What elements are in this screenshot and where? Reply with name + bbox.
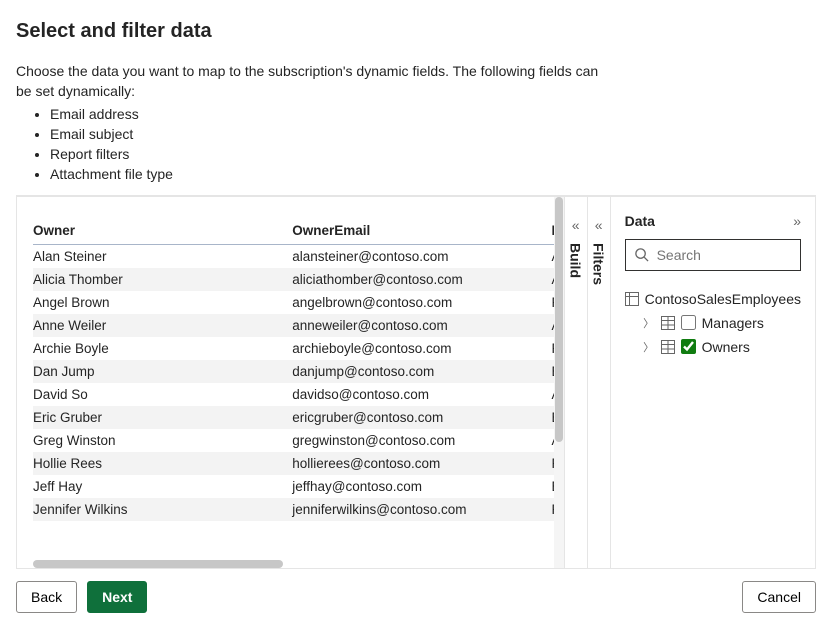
cancel-button[interactable]: Cancel xyxy=(742,581,816,613)
dataset-label: ContosoSalesEmployees xyxy=(645,291,801,307)
chevron-right-icon[interactable]: 〉 xyxy=(643,315,655,331)
search-input[interactable] xyxy=(655,246,792,264)
table-cell: David So xyxy=(33,383,292,406)
intro-block: Choose the data you want to map to the s… xyxy=(16,61,616,185)
table-row[interactable]: Archie Boylearchieboyle@contoso.comPeyto… xyxy=(33,337,564,360)
table-row[interactable]: Eric Gruberericgruber@contoso.comEthan B… xyxy=(33,406,564,429)
table-row[interactable]: Alan Steineralansteiner@contoso.comAmeli… xyxy=(33,244,564,268)
chevron-right-icon[interactable]: 〉 xyxy=(643,339,655,355)
table-cell: hollierees@contoso.com xyxy=(292,452,551,475)
chevron-left-double-icon: « xyxy=(572,217,580,233)
table-pane: Owner OwnerEmail Manager Alan Steinerala… xyxy=(17,197,564,568)
table-cell: angelbrown@contoso.com xyxy=(292,291,551,314)
table-row[interactable]: Angel Brownangelbrown@contoso.comPeyton … xyxy=(33,291,564,314)
filters-rail[interactable]: « Filters xyxy=(587,197,610,568)
table-checkbox-managers[interactable] xyxy=(681,315,696,330)
data-tree: ContosoSalesEmployees 〉 Managers 〉 Owner… xyxy=(625,287,801,359)
table-cell: Jeff Hay xyxy=(33,475,292,498)
table-checkbox-owners[interactable] xyxy=(681,339,696,354)
dataset-node[interactable]: ContosoSalesEmployees xyxy=(625,287,801,311)
table-node-owners[interactable]: 〉 Owners xyxy=(625,335,801,359)
chevron-right-double-icon[interactable]: » xyxy=(793,213,801,229)
table-cell: Archie Boyle xyxy=(33,337,292,360)
table-cell: aliciathomber@contoso.com xyxy=(292,268,551,291)
next-button[interactable]: Next xyxy=(87,581,147,613)
table-cell: alansteiner@contoso.com xyxy=(292,244,551,268)
semantic-model-icon xyxy=(625,292,639,306)
table-row[interactable]: Jennifer Wilkinsjenniferwilkins@contoso.… xyxy=(33,498,564,521)
table-cell: gregwinston@contoso.com xyxy=(292,429,551,452)
table-cell: Jennifer Wilkins xyxy=(33,498,292,521)
intro-bullet: Attachment file type xyxy=(50,164,616,184)
table-cell: jenniferwilkins@contoso.com xyxy=(292,498,551,521)
col-header-owner[interactable]: Owner xyxy=(33,219,292,245)
table-row[interactable]: Greg Winstongregwinston@contoso.comAmeli… xyxy=(33,429,564,452)
build-rail-label: Build xyxy=(568,243,584,278)
table-label: Owners xyxy=(702,339,750,355)
table-cell: Dan Jump xyxy=(33,360,292,383)
footer: Back Next Cancel xyxy=(16,581,816,613)
build-rail[interactable]: « Build xyxy=(564,197,587,568)
filters-rail-label: Filters xyxy=(591,243,607,285)
page-title: Select and filter data xyxy=(16,20,816,43)
table-cell: davidso@contoso.com xyxy=(292,383,551,406)
table-row[interactable]: David Sodavidso@contoso.comAmelie Garner xyxy=(33,383,564,406)
search-input-wrap[interactable] xyxy=(625,239,801,271)
table-cell: Hollie Rees xyxy=(33,452,292,475)
table-icon xyxy=(661,340,675,354)
horizontal-scrollbar[interactable] xyxy=(33,560,554,568)
intro-bullets: Email address Email subject Report filte… xyxy=(16,104,616,185)
table-cell: anneweiler@contoso.com xyxy=(292,314,551,337)
chevron-left-double-icon: « xyxy=(595,217,603,233)
search-icon xyxy=(634,247,649,262)
table-cell: danjump@contoso.com xyxy=(292,360,551,383)
data-table: Owner OwnerEmail Manager Alan Steinerala… xyxy=(33,219,564,521)
workspace: Owner OwnerEmail Manager Alan Steinerala… xyxy=(16,195,816,569)
back-button[interactable]: Back xyxy=(16,581,77,613)
table-cell: Greg Winston xyxy=(33,429,292,452)
col-header-email[interactable]: OwnerEmail xyxy=(292,219,551,245)
table-label: Managers xyxy=(702,315,764,331)
table-row[interactable]: Anne Weileranneweiler@contoso.comAmelie … xyxy=(33,314,564,337)
vertical-scrollbar[interactable] xyxy=(554,197,564,568)
intro-bullet: Report filters xyxy=(50,144,616,164)
table-node-managers[interactable]: 〉 Managers xyxy=(625,311,801,335)
table-cell: Alan Steiner xyxy=(33,244,292,268)
table-icon xyxy=(661,316,675,330)
table-row[interactable]: Jeff Hayjeffhay@contoso.comEthan Brooks xyxy=(33,475,564,498)
table-row[interactable]: Dan Jumpdanjump@contoso.comEthan Brooks xyxy=(33,360,564,383)
table-row[interactable]: Hollie Reeshollierees@contoso.comPeyton … xyxy=(33,452,564,475)
table-cell: ericgruber@contoso.com xyxy=(292,406,551,429)
table-cell: archieboyle@contoso.com xyxy=(292,337,551,360)
intro-bullet: Email address xyxy=(50,104,616,124)
data-pane-title: Data xyxy=(625,213,655,229)
intro-bullet: Email subject xyxy=(50,124,616,144)
table-row[interactable]: Alicia Thomberaliciathomber@contoso.comA… xyxy=(33,268,564,291)
intro-lead: Choose the data you want to map to the s… xyxy=(16,63,598,99)
table-cell: jeffhay@contoso.com xyxy=(292,475,551,498)
table-cell: Alicia Thomber xyxy=(33,268,292,291)
table-cell: Anne Weiler xyxy=(33,314,292,337)
data-pane: Data » ContosoSalesEmployees 〉 xyxy=(610,197,815,568)
table-cell: Eric Gruber xyxy=(33,406,292,429)
table-cell: Angel Brown xyxy=(33,291,292,314)
